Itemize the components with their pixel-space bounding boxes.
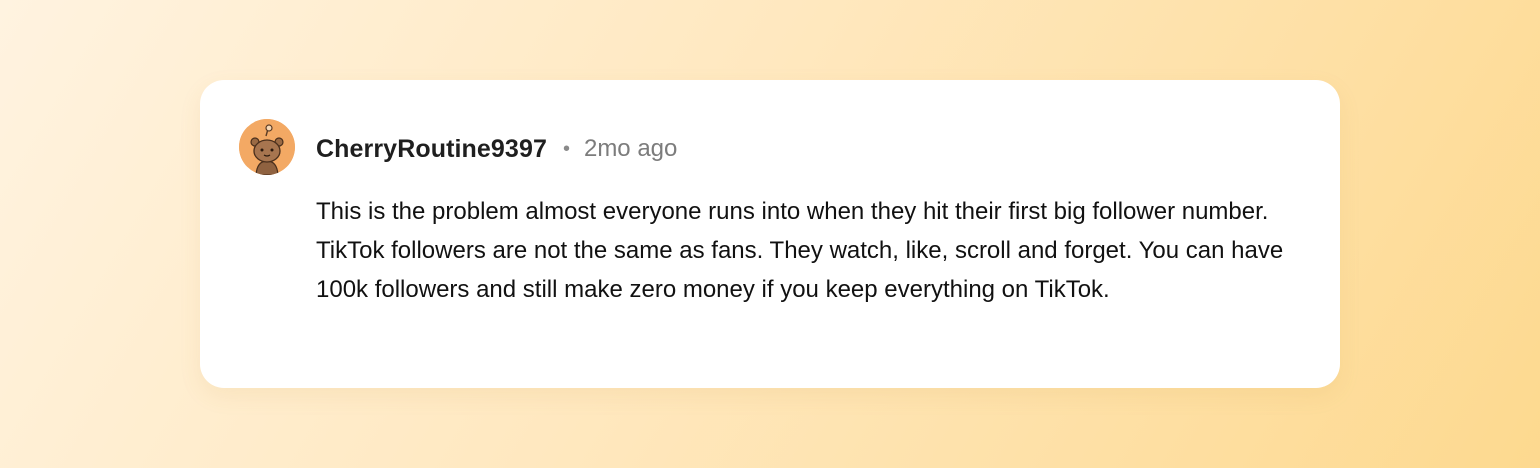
meta-separator: • — [562, 137, 570, 160]
username[interactable]: CherryRoutine9397 — [316, 135, 547, 164]
comment-header: CherryRoutine9397 • 2mo ago — [316, 132, 677, 166]
page-background: { "comment": { "author": "CherryRoutine9… — [0, 0, 1540, 468]
comment-card: CherryRoutine9397 • 2mo ago This is the … — [200, 80, 1340, 388]
timestamp[interactable]: 2mo ago — [584, 135, 677, 163]
user-avatar[interactable] — [239, 119, 295, 175]
snoo-avatar-icon — [239, 119, 295, 175]
comment-body: This is the problem almost everyone runs… — [316, 198, 1284, 303]
